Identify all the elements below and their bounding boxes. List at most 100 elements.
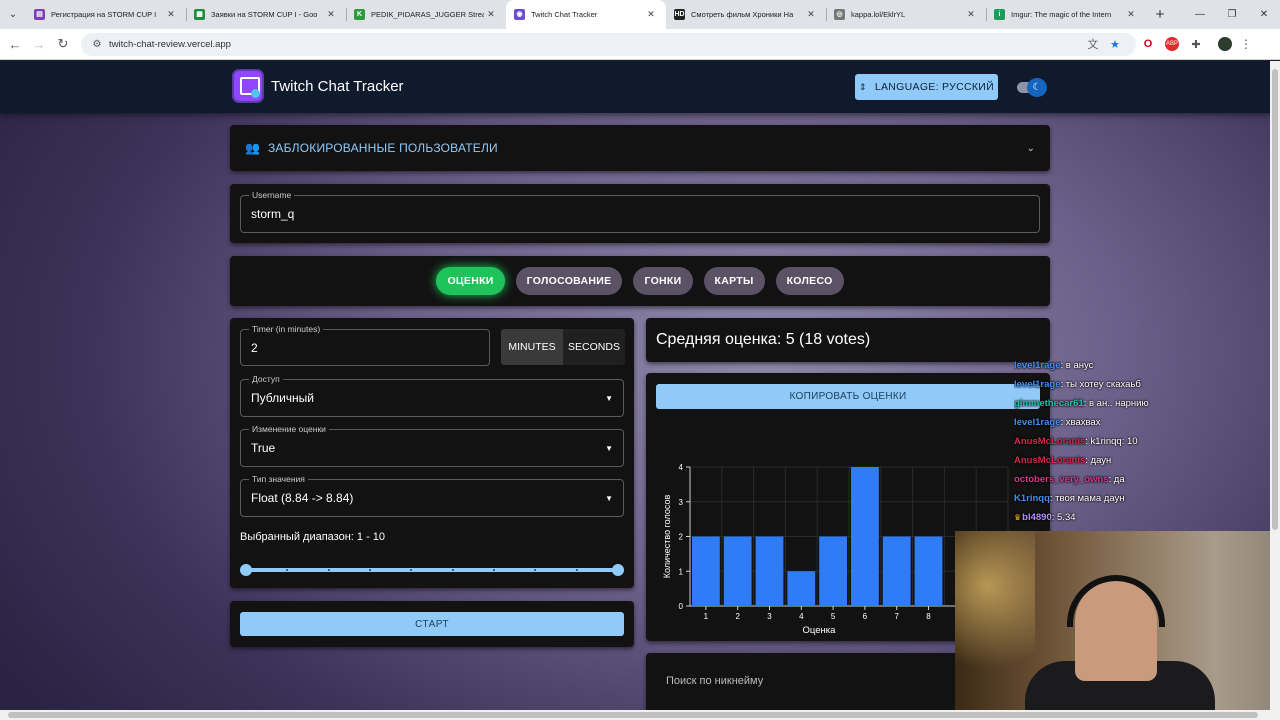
username-value[interactable]: storm_q: [251, 196, 294, 232]
average-score: Средняя оценка: 5 (18 votes): [646, 318, 1050, 362]
chat-message: level1rage: хвахвах: [1014, 413, 1254, 432]
start-button[interactable]: СТАРТ: [240, 612, 624, 636]
slider-mark: [369, 569, 371, 571]
close-tab-icon[interactable]: ✕: [484, 9, 498, 20]
chat-message: ♛bl4890: 5.34: [1014, 508, 1254, 527]
browser-tab[interactable]: K PEDIK_PIDARAS_JUGGER Strea ✕: [346, 0, 506, 29]
tab-title: kappa.lol/EklrYL: [851, 10, 906, 19]
address-url[interactable]: twitch-chat-review.vercel.app: [109, 39, 1082, 50]
tab-title: Twitch Chat Tracker: [531, 10, 598, 19]
vertical-scrollbar[interactable]: [1270, 61, 1280, 710]
rating-change-value: True: [251, 441, 276, 455]
horizontal-scrollbar[interactable]: [0, 710, 1280, 720]
y-tick-label: 2: [679, 533, 684, 542]
translate-icon[interactable]: 文: [1082, 36, 1104, 52]
forward-icon[interactable]: →: [27, 37, 51, 52]
access-select[interactable]: Доступ Публичный ▼: [240, 374, 624, 417]
site-info-icon[interactable]: ⚙: [91, 39, 103, 50]
opera-extension-icon[interactable]: O: [1136, 38, 1160, 50]
theme-toggle[interactable]: ☾: [1015, 78, 1047, 97]
close-tab-icon[interactable]: ✕: [964, 9, 978, 20]
chat-message: level1rage: ты хотеу скахаьб: [1014, 375, 1254, 394]
slider-thumb-min[interactable]: [240, 564, 252, 576]
extensions-puzzle-icon[interactable]: ✚: [1184, 38, 1208, 51]
mode-tab[interactable]: КОЛЕСО: [775, 267, 844, 295]
mode-tabs: ОЦЕНКИ ГОЛОСОВАНИЕ ГОНКИ КАРТЫ КОЛЕСО: [230, 256, 1050, 306]
bookmark-star-icon[interactable]: ★: [1104, 38, 1126, 51]
browser-tab[interactable]: ◉ Twitch Chat Tracker ✕: [506, 0, 666, 29]
tab-favicon-icon: ◎: [834, 9, 845, 20]
dropdown-arrow-icon: ▼: [605, 393, 613, 403]
close-window-icon[interactable]: ✕: [1248, 9, 1280, 20]
restore-icon[interactable]: ❐: [1216, 9, 1248, 20]
nickname-search-input[interactable]: Поиск по никнейму: [666, 675, 763, 687]
unit-minutes-button[interactable]: MINUTES: [501, 329, 563, 365]
profile-avatar[interactable]: [1218, 37, 1232, 51]
time-unit-toggle: MINUTES SECONDS: [501, 329, 625, 365]
tab-search-icon[interactable]: ⌄: [0, 9, 26, 20]
y-tick-label: 0: [679, 602, 684, 611]
chat-text: : твоя мама даун: [1049, 493, 1125, 504]
crown-badge-icon: ♛: [1014, 513, 1022, 522]
browser-tab[interactable]: HD Смотреть фильм Хроники На ✕: [666, 0, 826, 29]
chat-text: : в ан.. нарнию: [1083, 398, 1149, 409]
chat-text: : ты хотеу скахаьб: [1060, 379, 1141, 390]
settings-card: Timer (in minutes) 2 MINUTES SECONDS Дос…: [230, 318, 634, 588]
range-slider[interactable]: [240, 564, 624, 576]
mode-tab[interactable]: ОЦЕНКИ: [436, 267, 505, 295]
close-tab-icon[interactable]: ✕: [164, 9, 178, 20]
chat-username: octobers_very_owns: [1014, 474, 1109, 485]
range-label: Выбранный диапазон: 1 - 10: [240, 531, 386, 543]
timer-field[interactable]: Timer (in minutes) 2: [240, 324, 490, 366]
username-field[interactable]: Username storm_q: [240, 190, 1040, 233]
browser-tab[interactable]: ◎ kappa.lol/EklrYL ✕: [826, 0, 986, 29]
chat-text: : k1rinqq: 10: [1085, 436, 1138, 447]
chat-message: AnusMcLoranis: даун: [1014, 451, 1254, 470]
scroll-thumb[interactable]: [1272, 69, 1278, 530]
unit-seconds-button[interactable]: SECONDS: [563, 329, 625, 365]
language-button[interactable]: ⇕ LANGUAGE: РУССКИЙ: [855, 74, 998, 100]
timer-label: Timer (in minutes): [249, 324, 324, 334]
address-bar[interactable]: ⚙ twitch-chat-review.vercel.app 文 ★: [81, 32, 1136, 56]
chevron-down-icon[interactable]: ⌄: [1027, 143, 1035, 154]
x-axis-label: Оценка: [803, 625, 837, 636]
blocked-users-label: ЗАБЛОКИРОВАННЫЕ ПОЛЬЗОВАТЕЛИ: [267, 141, 498, 155]
x-tick-label: 7: [894, 612, 899, 621]
slider-rail: [240, 568, 624, 572]
minimize-icon[interactable]: —: [1184, 9, 1216, 20]
reload-icon[interactable]: ↻: [51, 36, 75, 52]
browser-toolbar: ← → ↻ ⚙ twitch-chat-review.vercel.app 文 …: [0, 29, 1280, 60]
chat-message: K1rinqq: твоя мама даун: [1014, 489, 1254, 508]
browser-tab[interactable]: ▤ Регистрация на STORM CUP I ✕: [26, 0, 186, 29]
browser-menu-icon[interactable]: ⋮: [1240, 37, 1252, 51]
close-tab-icon[interactable]: ✕: [324, 9, 338, 20]
rating-change-select[interactable]: Изменение оценки True ▼: [240, 424, 624, 467]
browser-tab[interactable]: i Imgur: The magic of the Intern ✕: [986, 0, 1146, 29]
hscroll-thumb[interactable]: [8, 712, 1258, 718]
close-tab-icon[interactable]: ✕: [1124, 9, 1138, 20]
blocked-users-accordion[interactable]: 👥 ЗАБЛОКИРОВАННЫЕ ПОЛЬЗОВАТЕЛИ ⌄: [230, 125, 1050, 171]
value-type-select[interactable]: Тип значения Float (8.84 -> 8.84) ▼: [240, 474, 624, 517]
tab-title: PEDIK_PIDARAS_JUGGER Strea: [371, 10, 484, 19]
mode-tab[interactable]: ГОНКИ: [633, 267, 693, 295]
webcam-overlay: [955, 531, 1280, 715]
y-tick-label: 3: [679, 498, 684, 507]
slider-thumb-max[interactable]: [612, 564, 624, 576]
chat-username: K1rinqq: [1014, 493, 1050, 504]
close-tab-icon[interactable]: ✕: [804, 9, 818, 20]
new-tab-button[interactable]: +: [1146, 6, 1174, 23]
chat-username: bl4890: [1022, 512, 1052, 523]
chart-bar: [787, 571, 816, 606]
timer-value[interactable]: 2: [251, 330, 258, 365]
adblock-extension-icon[interactable]: ABP: [1165, 37, 1179, 51]
chart-bar: [755, 536, 784, 606]
chart-bar: [723, 536, 752, 606]
chat-username: level1rage: [1014, 379, 1061, 390]
value-type-value: Float (8.84 -> 8.84): [251, 491, 354, 505]
tab-title: Imgur: The magic of the Intern: [1011, 10, 1112, 19]
close-tab-icon[interactable]: ✕: [644, 9, 658, 20]
browser-tab[interactable]: ▦ Заявки на STORM CUP I - Goo ✕: [186, 0, 346, 29]
back-icon[interactable]: ←: [3, 37, 27, 52]
mode-tab[interactable]: КАРТЫ: [703, 267, 765, 295]
mode-tab[interactable]: ГОЛОСОВАНИЕ: [515, 267, 623, 295]
